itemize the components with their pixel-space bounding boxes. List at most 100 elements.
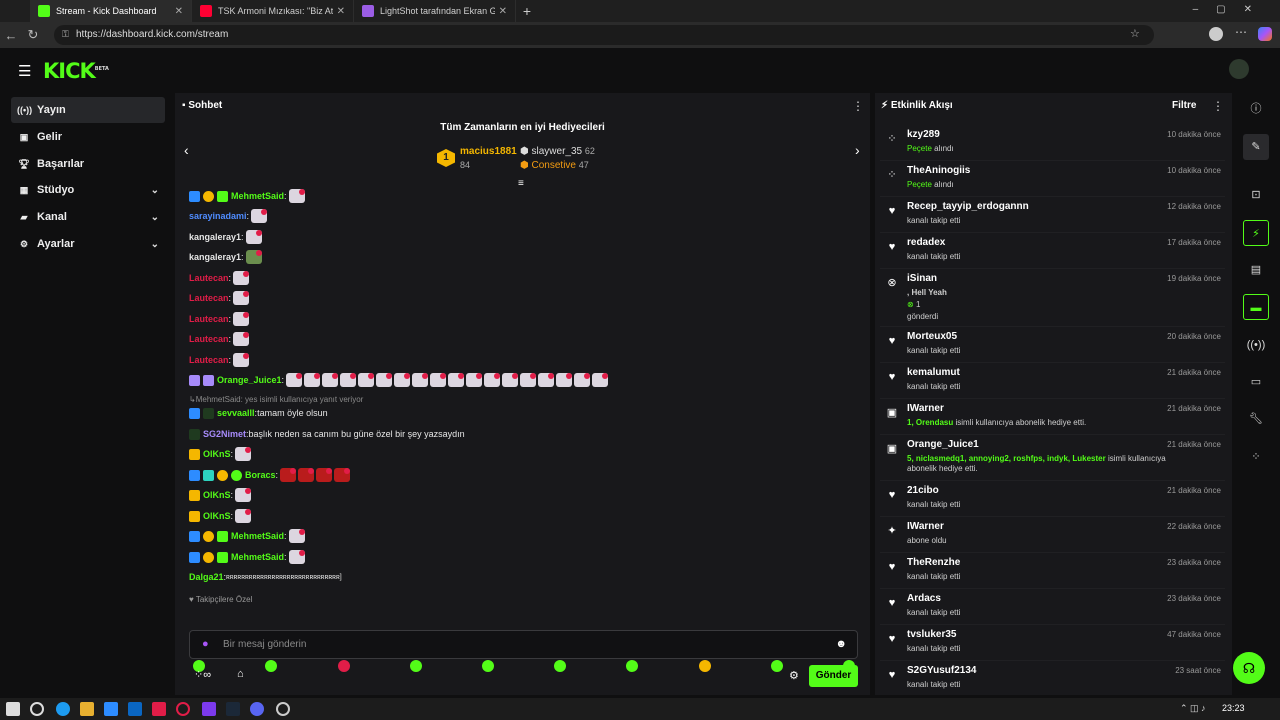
chat-username[interactable]: OlKnS — [203, 449, 231, 459]
new-tab-icon[interactable]: + — [516, 0, 538, 22]
site-info-icon[interactable]: ⚿ — [62, 29, 69, 40]
filter-button[interactable]: Filtre — [1172, 100, 1196, 111]
close-icon[interactable]: ✕ — [175, 6, 183, 17]
refresh-icon[interactable]: ↻ — [22, 27, 44, 43]
sidebar-item-kanal[interactable]: ▰ Kanal ⌄ — [11, 204, 165, 230]
emoji-icon[interactable]: ☻ — [835, 638, 847, 650]
activity-username[interactable]: S2GYusuf2134 — [907, 665, 976, 676]
more-icon[interactable]: ⋯ — [1235, 25, 1247, 39]
discord-icon[interactable] — [250, 702, 264, 716]
opera-icon[interactable] — [176, 702, 190, 716]
activity-username[interactable]: TheRenzhe — [907, 557, 960, 568]
sidebar-item-basarilar[interactable]: 🏆︎ Başarılar — [11, 151, 165, 177]
chat-username[interactable]: Orange_Juice1 — [217, 375, 282, 385]
emote-icon[interactable] — [410, 660, 422, 672]
gifter-second[interactable]: ⬢ slaywer_35 62 — [520, 146, 595, 157]
activity-username[interactable]: kzy289 — [907, 129, 940, 140]
steam-icon[interactable] — [226, 702, 240, 716]
emote-icon[interactable] — [265, 660, 277, 672]
activity-username[interactable]: TheAninogiis — [907, 165, 970, 176]
chat-username[interactable]: OlKnS — [203, 490, 231, 500]
chat-username[interactable]: Lautecan — [189, 355, 229, 365]
chat-username[interactable]: Lautecan — [189, 293, 229, 303]
chat-username[interactable]: Lautecan — [189, 273, 229, 283]
activity-menu-icon[interactable]: ⋮ — [1212, 99, 1224, 113]
system-tray-icons[interactable]: ⌃ ◫ ♪ — [1180, 703, 1206, 714]
close-icon[interactable]: ✕ — [337, 6, 345, 17]
gifter-third[interactable]: ⬢ Consetive 47 — [520, 160, 589, 171]
chat-username[interactable]: kangaleray1 — [189, 232, 241, 242]
back-icon[interactable]: ← — [0, 28, 22, 43]
share-icon[interactable]: ⁘ — [1243, 444, 1269, 470]
activity-username[interactable]: 21cibo — [907, 485, 939, 496]
sidebar-item-ayarlar[interactable]: ⚙ Ayarlar ⌄ — [11, 231, 165, 257]
chat-username[interactable]: OlKnS — [203, 511, 231, 521]
send-button[interactable]: Gönder — [809, 665, 858, 687]
store-app-icon[interactable] — [104, 702, 118, 716]
activity-username[interactable]: iSinan — [907, 273, 937, 284]
activity-username[interactable]: redadex — [907, 237, 945, 248]
favorite-icon[interactable]: ☆ — [1130, 27, 1140, 40]
lightning-icon[interactable]: ⚡︎ — [1243, 220, 1269, 246]
sidebar-item-studyo[interactable]: ▦ Stüdyo ⌄ — [11, 177, 165, 203]
user-avatar[interactable] — [1229, 59, 1249, 79]
emote-icon[interactable] — [554, 660, 566, 672]
activity-username[interactable]: kemalumut — [907, 367, 960, 378]
store-icon[interactable]: ⌂ — [237, 668, 244, 680]
emote-icon[interactable] — [338, 660, 350, 672]
emote-icon[interactable] — [482, 660, 494, 672]
chat-username[interactable]: MehmetSaid — [231, 191, 284, 201]
app-icon[interactable] — [202, 702, 216, 716]
edit-icon[interactable]: ✎ — [1243, 134, 1269, 160]
chevron-left-icon[interactable]: ‹ — [184, 142, 189, 158]
windows-start-icon[interactable] — [6, 702, 20, 716]
chat-username[interactable]: Dalga21 — [189, 572, 224, 582]
edge-icon[interactable] — [56, 702, 70, 716]
gifter-name[interactable]: macius1881 — [460, 146, 517, 157]
tab-kick-dashboard[interactable]: Stream - Kick Dashboard ✕ — [30, 0, 192, 22]
broadcast-icon[interactable]: ((•)) — [1243, 332, 1269, 358]
chat-username[interactable]: Boracs — [245, 470, 276, 480]
app-icon[interactable] — [276, 702, 290, 716]
info-icon[interactable]: ⓘ — [1243, 96, 1269, 122]
close-icon[interactable]: ✕ — [499, 6, 507, 17]
activity-username[interactable]: IWarner — [907, 521, 944, 532]
chat-username[interactable]: MehmetSaid — [231, 531, 284, 541]
activity-username[interactable]: Orange_Juice1 — [907, 439, 979, 450]
sidebar-item-yayin[interactable]: ((•)) Yayın — [11, 97, 165, 123]
file-explorer-icon[interactable] — [80, 702, 94, 716]
chat-menu-icon[interactable]: ⋮ — [852, 99, 864, 113]
activity-username[interactable]: IWarner — [907, 403, 944, 414]
tab-lightshot[interactable]: LightShot tarafından Ekran Görün... ✕ — [354, 0, 516, 22]
sidebar-item-gelir[interactable]: ▣ Gelir — [11, 124, 165, 150]
activity-username[interactable]: Recep_tayyip_erdogannn — [907, 201, 1029, 212]
settings-gear-icon[interactable]: ⚙ — [789, 669, 799, 682]
emote-icon[interactable] — [626, 660, 638, 672]
app-icon[interactable] — [152, 702, 166, 716]
chat-username[interactable]: MehmetSaid — [231, 552, 284, 562]
chat-username[interactable]: kangaleray1 — [189, 252, 241, 262]
chevron-right-icon[interactable]: › — [855, 142, 860, 158]
chat-username[interactable]: sarayinadami — [189, 211, 247, 221]
search-icon[interactable] — [30, 702, 44, 716]
url-field[interactable]: https://dashboard.kick.com/stream — [54, 25, 1154, 45]
outlook-icon[interactable] — [128, 702, 142, 716]
tab-actions-icon[interactable] — [0, 0, 30, 22]
wrench-icon[interactable]: 🔧︎ — [1243, 406, 1269, 432]
activity-username[interactable]: Ardacs — [907, 593, 941, 604]
chat-username[interactable]: sevvaalll — [217, 408, 255, 418]
activity-username[interactable]: Morteux05 — [907, 331, 957, 342]
chat-username[interactable]: Lautecan — [189, 314, 229, 324]
chat-username[interactable]: SG2Nimet — [203, 429, 246, 439]
emote-icon[interactable] — [699, 660, 711, 672]
kick-logo[interactable]: KICKBETA — [43, 59, 109, 83]
microphone-icon[interactable]: ● — [202, 638, 209, 650]
message-input[interactable]: ● Bir mesaj gönderin ☻ — [189, 630, 858, 659]
monitor-icon[interactable]: ▭ — [1243, 369, 1269, 395]
copilot-icon[interactable] — [1258, 27, 1272, 41]
chat-tools-icon[interactable]: ⁘∞ — [194, 668, 211, 681]
window-controls[interactable]: –▢✕ — [1193, 4, 1270, 15]
profile-avatar[interactable] — [1209, 27, 1223, 41]
chat-bubble-icon[interactable]: ▬ — [1243, 294, 1269, 320]
screen-icon[interactable]: ⊡ — [1243, 182, 1269, 208]
